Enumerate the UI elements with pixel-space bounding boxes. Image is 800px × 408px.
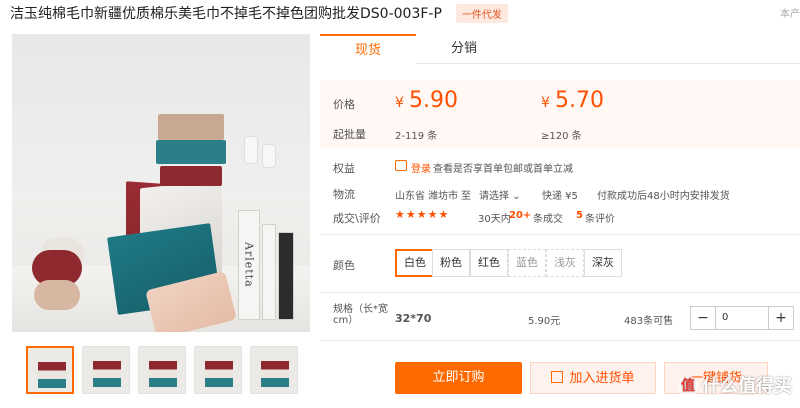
price-tier-1: ¥ 5.90 xyxy=(395,88,458,113)
order-now-button[interactable]: 立即订购 xyxy=(395,362,522,394)
color-label: 颜色 xyxy=(333,259,355,272)
deals-unit: 条成交 xyxy=(533,214,563,225)
plus-icon[interactable]: + xyxy=(769,307,793,329)
product-title: 洁玉纯棉毛巾新疆优质棉乐美毛巾不掉毛不掉色团购批发DS0-003F-P xyxy=(10,6,442,22)
thumbnail[interactable] xyxy=(138,346,186,394)
price-label: 价格 xyxy=(333,98,355,111)
ship-time: 付款成功后48小时内安排发货 xyxy=(597,191,730,202)
chevron-down-icon: ⌄ xyxy=(512,191,521,202)
book: Arletta xyxy=(238,210,260,320)
destination-select-label: 请选择 xyxy=(479,191,509,202)
review-count[interactable]: 5 xyxy=(576,210,583,221)
price-tier-2: ¥ 5.70 xyxy=(541,88,604,113)
towel-stack-red xyxy=(160,166,222,186)
quantity-stepper: − + xyxy=(690,306,794,330)
bottle xyxy=(262,144,276,168)
thumbnail[interactable] xyxy=(194,346,242,394)
towel-stack-pink xyxy=(158,114,224,140)
min-qty-label: 起批量 xyxy=(333,128,366,141)
smzdm-logo-icon: 值 xyxy=(678,376,698,396)
color-option-light-gray[interactable]: 浅灰 xyxy=(546,249,584,277)
tab-distribution[interactable]: 分销 xyxy=(416,34,512,64)
express-fee: 快递 ¥5 xyxy=(542,191,578,202)
add-to-cart-label: 加入进货单 xyxy=(569,371,635,386)
deals-period: 30天内 xyxy=(478,214,511,225)
color-option-pink[interactable]: 粉色 xyxy=(432,249,470,277)
price-value: 5.90 xyxy=(409,88,458,113)
currency-symbol: ¥ xyxy=(541,95,550,111)
watermark: 值什么值得买 xyxy=(678,372,792,398)
benefits-label: 权益 xyxy=(333,162,355,175)
product-title-bar: 洁玉纯棉毛巾新疆优质棉乐美毛巾不掉毛不掉色团购批发DS0-003F-P 一件代发… xyxy=(10,0,800,26)
spec-price: 5.90元 xyxy=(528,316,561,327)
color-option-red[interactable]: 红色 xyxy=(470,249,508,277)
tab-in-stock[interactable]: 现货 xyxy=(320,34,416,64)
header-right-text[interactable]: 本产 xyxy=(780,5,800,20)
book xyxy=(278,232,294,320)
add-to-cart-button[interactable]: 加入进货单 xyxy=(530,362,656,394)
cart-icon xyxy=(551,371,564,383)
divider xyxy=(320,340,800,341)
login-link[interactable]: 登录 xyxy=(411,160,431,175)
benefits-text: 查看是否享首单包邮或首单立减 xyxy=(433,164,573,175)
color-option-white[interactable]: 白色 xyxy=(395,249,435,277)
spec-value: 32*70 xyxy=(395,312,432,325)
bottle xyxy=(244,136,258,164)
thumbnail[interactable] xyxy=(26,346,74,394)
spec-stock: 483条可售 xyxy=(624,316,674,327)
reviews-label: 成交\评价 xyxy=(333,212,381,225)
destination-select[interactable]: 请选择 ⌄ xyxy=(479,187,521,202)
qty-range-1: 2-119 条 xyxy=(395,131,438,142)
purchase-tabs: 现货 分销 xyxy=(320,34,800,64)
thumbnail[interactable] xyxy=(82,346,130,394)
color-option-blue[interactable]: 蓝色 xyxy=(508,249,546,277)
to-text: 至 xyxy=(461,191,471,202)
dropship-badge[interactable]: 一件代发 xyxy=(455,3,508,23)
rating-stars: ★★★★★ xyxy=(395,208,450,221)
minus-icon[interactable]: − xyxy=(691,307,715,329)
origin-location: 山东省 潍坊市 xyxy=(395,191,459,202)
thumbnail-strip xyxy=(26,346,298,394)
price-value: 5.70 xyxy=(555,88,604,113)
towel-roll-pink xyxy=(34,280,80,310)
book-title: Arletta xyxy=(242,242,256,288)
book xyxy=(262,224,276,320)
deals-count[interactable]: 20+ xyxy=(509,210,531,221)
currency-symbol: ¥ xyxy=(395,95,404,111)
logistics-label: 物流 xyxy=(333,188,355,201)
main-product-image[interactable]: Arletta xyxy=(12,34,310,332)
towel-stack-teal xyxy=(156,140,226,164)
quantity-input[interactable] xyxy=(715,307,769,329)
watermark-text: 什么值得买 xyxy=(702,376,792,397)
review-unit: 条评价 xyxy=(585,214,615,225)
spec-label: 规格（长*宽cm） xyxy=(333,304,388,326)
thumbnail[interactable] xyxy=(250,346,298,394)
divider xyxy=(320,292,800,293)
qty-range-2: ≥120 条 xyxy=(541,131,582,142)
divider xyxy=(320,234,800,235)
color-option-dark-gray[interactable]: 深灰 xyxy=(584,249,622,277)
coupon-icon xyxy=(395,160,407,171)
